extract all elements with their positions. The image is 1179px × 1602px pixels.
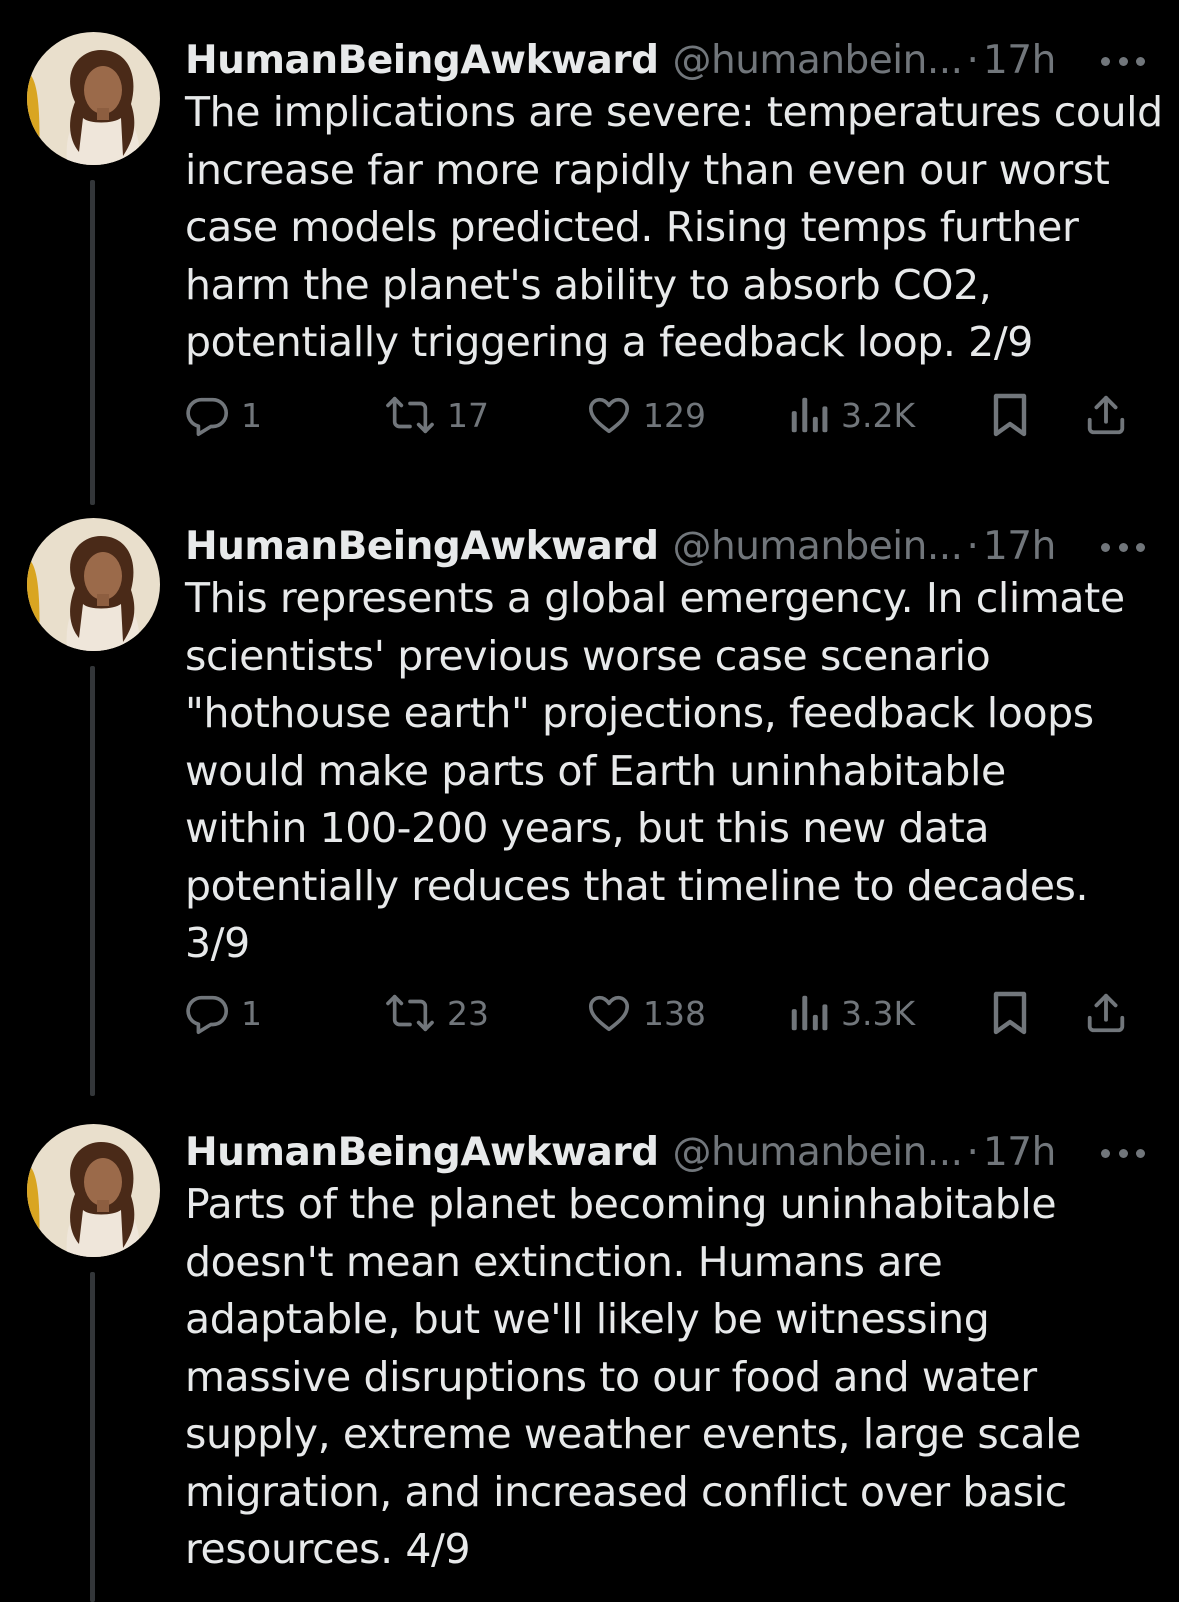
reply-count: 1 [241,395,262,435]
reply-icon [186,397,229,436]
bookmark-icon [993,393,1027,437]
tweet-text-line: increase far more rapidly than even our … [185,145,1110,194]
bookmark-icon [993,991,1027,1035]
thread-line [90,180,95,505]
tweet-text-line: "hothouse earth" projections, feedback l… [185,689,1094,737]
separator-dot: · [966,37,979,83]
reply-icon [186,995,229,1034]
separator-dot: · [966,1129,979,1175]
views-icon [791,397,828,433]
reply-button[interactable]: 1 [185,983,262,1043]
tweet-text-line: doesn't mean extinction. Humans are [185,1237,943,1286]
like-count: 138 [643,993,706,1033]
tweet-text: Parts of the planet becoming uninhabitab… [185,1176,1155,1579]
tweet[interactable]: HumanBeingAwkward @humanbein... · 17h Th… [0,518,1179,1098]
user-handle[interactable]: @humanbein... [673,1130,964,1175]
tweet-text: The implications are severe: temperature… [185,84,1163,372]
tweet-text-line: Parts of the planet becoming uninhabitab… [185,1180,1057,1228]
tweet-text-line: resources. 4/9 [185,1525,471,1573]
like-button[interactable]: 129 [585,385,706,445]
tweet-header: HumanBeingAwkward @humanbein... · 17h [185,1124,1149,1180]
tweet-text-line: This represents a global emergency. In c… [185,574,1125,622]
display-name[interactable]: HumanBeingAwkward [185,38,659,83]
timestamp[interactable]: 17h [983,38,1056,83]
reply-button[interactable]: 1 [185,385,262,445]
view-count: 3.2K [841,395,916,435]
user-handle[interactable]: @humanbein... [673,38,964,83]
heart-icon [588,397,630,434]
bookmark-button[interactable] [989,983,1031,1043]
tweet-text-line: would make parts of Earth uninhabitable [185,746,1006,795]
thread-line [90,1272,95,1602]
timestamp[interactable]: 17h [983,1130,1056,1175]
tweet-text-line: case models predicted. Rising temps furt… [185,203,1079,251]
tweet-text: This represents a global emergency. In c… [185,570,1155,973]
timestamp[interactable]: 17h [983,524,1056,569]
avatar[interactable] [27,32,160,165]
retweet-button[interactable]: 23 [383,983,489,1043]
tweet-text-line: potentially triggering a feedback loop. … [185,318,1033,366]
retweet-button[interactable]: 17 [383,385,489,445]
tweet-header: HumanBeingAwkward @humanbein... · 17h [185,32,1149,88]
retweet-count: 17 [447,395,489,435]
avatar[interactable] [27,1124,160,1257]
tweet-text-line: massive disruptions to our food and wate… [185,1352,1037,1401]
tweet[interactable]: HumanBeingAwkward @humanbein... · 17h Pa… [0,1124,1179,1602]
share-icon [1087,395,1125,435]
tweet-text-line: 3/9 [185,919,250,967]
more-options-icon[interactable] [1101,530,1145,564]
user-handle[interactable]: @humanbein... [673,524,964,569]
separator-dot: · [966,523,979,569]
share-button[interactable] [1083,983,1129,1043]
tweet[interactable]: HumanBeingAwkward @humanbein... · 17h Th… [0,32,1179,512]
retweet-count: 23 [447,993,489,1033]
like-count: 129 [643,395,706,435]
display-name[interactable]: HumanBeingAwkward [185,524,659,569]
tweet-text-line: scientists' previous worse case scenario [185,631,991,680]
tweet-text-line: harm the planet's ability to absorb CO2, [185,260,992,309]
bookmark-button[interactable] [989,385,1031,445]
retweet-icon [386,396,434,434]
views-button[interactable]: 3.3K [787,983,915,1043]
tweet-header: HumanBeingAwkward @humanbein... · 17h [185,518,1149,574]
retweet-icon [386,994,434,1032]
more-options-icon[interactable] [1101,44,1145,78]
display-name[interactable]: HumanBeingAwkward [185,1130,659,1175]
views-icon [791,995,828,1031]
tweet-text-line: The implications are severe: temperature… [185,88,1163,136]
more-options-icon[interactable] [1101,1136,1145,1170]
share-button[interactable] [1083,385,1129,445]
action-bar: 1 23 138 3.3K [185,983,1145,1043]
view-count: 3.3K [841,993,916,1033]
views-button[interactable]: 3.2K [787,385,915,445]
thread-line [90,666,95,1096]
tweet-text-line: migration, and increased conflict over b… [185,1467,1067,1516]
tweet-text-line: potentially reduces that timeline to dec… [185,861,1089,910]
reply-count: 1 [241,993,262,1033]
like-button[interactable]: 138 [585,983,706,1043]
heart-icon [588,995,630,1032]
share-icon [1087,993,1125,1033]
action-bar: 1 17 129 3.2K [185,385,1145,445]
avatar[interactable] [27,518,160,651]
tweet-text-line: within 100-200 years, but this new data [185,804,990,852]
tweet-text-line: adaptable, but we'll likely be witnessin… [185,1295,990,1343]
tweet-text-line: supply, extreme weather events, large sc… [185,1410,1081,1458]
